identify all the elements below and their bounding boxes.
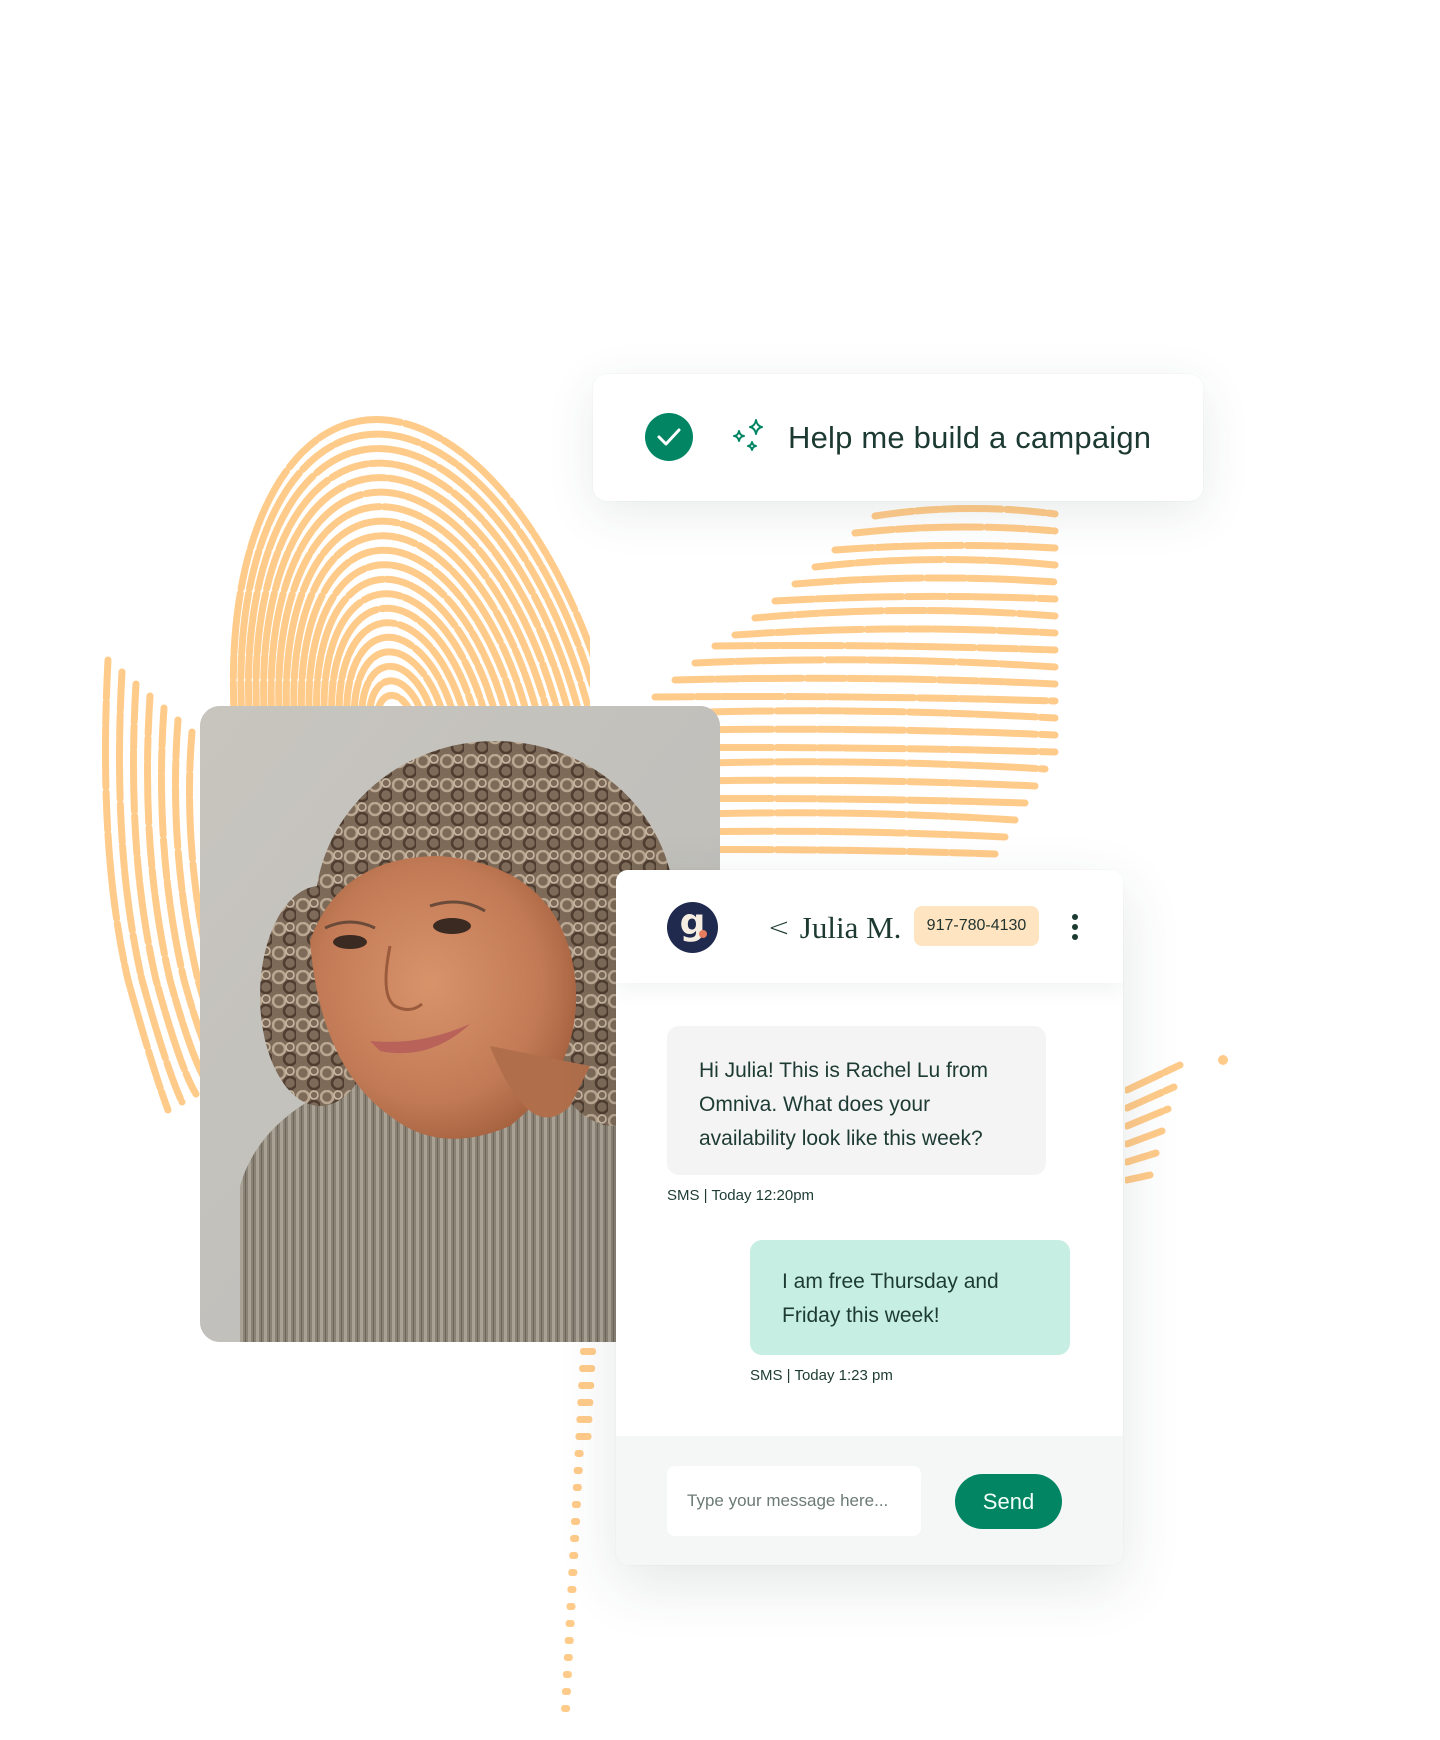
check-circle-icon	[645, 413, 693, 461]
fingerprint-fragment	[566, 1603, 576, 1610]
menu-dot	[1072, 924, 1078, 930]
fingerprint-fragment	[561, 1705, 571, 1712]
fingerprint-ridge	[871, 504, 1059, 520]
fingerprint-ridge	[651, 693, 1059, 705]
menu-dot	[1072, 914, 1078, 920]
brand-logo: g	[667, 902, 718, 953]
conversation-header: g < Julia M. 917-780-4130	[616, 870, 1123, 983]
fingerprint-fragment	[563, 1654, 573, 1661]
fingerprint-ridge	[282, 517, 543, 720]
fingerprint-ridge	[1125, 1171, 1154, 1184]
fingerprint-ridge	[275, 503, 553, 720]
fingerprint-fragment	[564, 1637, 574, 1644]
fingerprint-fragment	[565, 1620, 575, 1627]
contact-name: Julia M.	[799, 910, 902, 945]
fingerprint-fragment	[574, 1450, 584, 1457]
sparkle-icon	[730, 418, 768, 456]
fingerprint-ridge	[267, 488, 564, 720]
fingerprint-fragment	[562, 1688, 571, 1695]
fingerprint-decoration-right-edge	[1125, 1050, 1235, 1200]
logo-dot	[699, 930, 707, 938]
fingerprint-ridge	[297, 546, 522, 720]
fingerprint-ridge	[671, 674, 1059, 688]
logo-letter: g	[679, 902, 706, 943]
fingerprint-fragment	[578, 1382, 595, 1389]
sms-conversation-card: g < Julia M. 917-780-4130 Hi Julia! This…	[616, 870, 1123, 1565]
fingerprint-fragment	[571, 1518, 580, 1525]
fingerprint-ridge	[229, 416, 590, 720]
fingerprint-fragment	[562, 1671, 572, 1678]
fingerprint-fragment	[573, 1467, 583, 1474]
fingerprint-ridge	[791, 574, 1059, 588]
fingerprint-fragment	[572, 1484, 582, 1491]
fingerprint-fragment	[567, 1586, 577, 1593]
fingerprint-fragment	[577, 1399, 594, 1406]
message-input[interactable]	[667, 1466, 921, 1536]
fingerprint-decoration-left-edge	[100, 650, 210, 1120]
fingerprint-ridge	[237, 430, 590, 720]
fingerprint-fragment	[571, 1501, 581, 1508]
fingerprint-ridge	[320, 590, 490, 720]
fingerprint-ridge	[851, 523, 1059, 537]
fingerprint-ridge	[102, 656, 172, 1114]
fingerprint-decoration-bottom-strip	[540, 1340, 620, 1740]
chevron-left-icon: <	[768, 913, 790, 943]
fingerprint-ridge	[116, 668, 186, 1106]
fingerprint-ridge	[751, 606, 1059, 622]
fingerprint-ridge	[1125, 1149, 1160, 1166]
fingerprint-ridge	[811, 555, 1059, 571]
fingerprint-fragment	[570, 1535, 580, 1542]
fingerprint-fragment	[568, 1569, 578, 1576]
fingerprint-fragment	[579, 1365, 596, 1372]
fingerprint-ridge	[313, 575, 501, 720]
message-thread: Hi Julia! This is Rachel Lu from Omniva.…	[616, 983, 1123, 1436]
fingerprint-fragment	[580, 1348, 596, 1355]
fingerprint-ridge	[1125, 1105, 1172, 1130]
incoming-message-bubble: Hi Julia! This is Rachel Lu from Omniva.…	[667, 1026, 1046, 1175]
fingerprint-ridge	[831, 541, 1059, 554]
campaign-prompt-text: Help me build a campaign	[788, 420, 1152, 455]
fingerprint-dot	[1218, 1055, 1228, 1065]
fingerprint-fragment	[569, 1552, 579, 1559]
fingerprint-ridge	[691, 656, 1059, 671]
back-button[interactable]: < Julia M.	[768, 906, 901, 950]
fingerprint-ridge	[731, 625, 1059, 639]
message-timestamp: SMS | Today 1:23 pm	[750, 1367, 893, 1384]
fingerprint-ridge	[305, 561, 511, 720]
fingerprint-ridge	[130, 680, 200, 1098]
composer: Send	[616, 1436, 1123, 1565]
fingerprint-ridge	[252, 459, 585, 720]
fingerprint-ridge	[290, 532, 532, 720]
fingerprint-ridge	[711, 642, 1059, 654]
fingerprint-ridge	[328, 604, 480, 720]
outgoing-message-bubble: I am free Thursday and Friday this week!	[750, 1240, 1070, 1355]
fingerprint-fragment	[576, 1416, 593, 1423]
more-vertical-icon[interactable]	[1065, 912, 1085, 942]
fingerprint-decoration-top-left	[210, 320, 590, 720]
fingerprint-ridge	[771, 592, 1059, 605]
fingerprint-fragment	[575, 1433, 592, 1440]
fingerprint-ridge	[1125, 1083, 1178, 1112]
fingerprint-ridge	[1125, 1127, 1166, 1148]
fingerprint-ridge	[260, 474, 574, 720]
fingerprint-ridge	[244, 445, 590, 720]
fingerprint-ridge	[1125, 1061, 1184, 1094]
phone-number-badge: 917-780-4130	[914, 906, 1039, 946]
message-timestamp: SMS | Today 12:20pm	[667, 1187, 815, 1204]
send-button[interactable]: Send	[955, 1474, 1062, 1529]
menu-dot	[1072, 934, 1078, 940]
